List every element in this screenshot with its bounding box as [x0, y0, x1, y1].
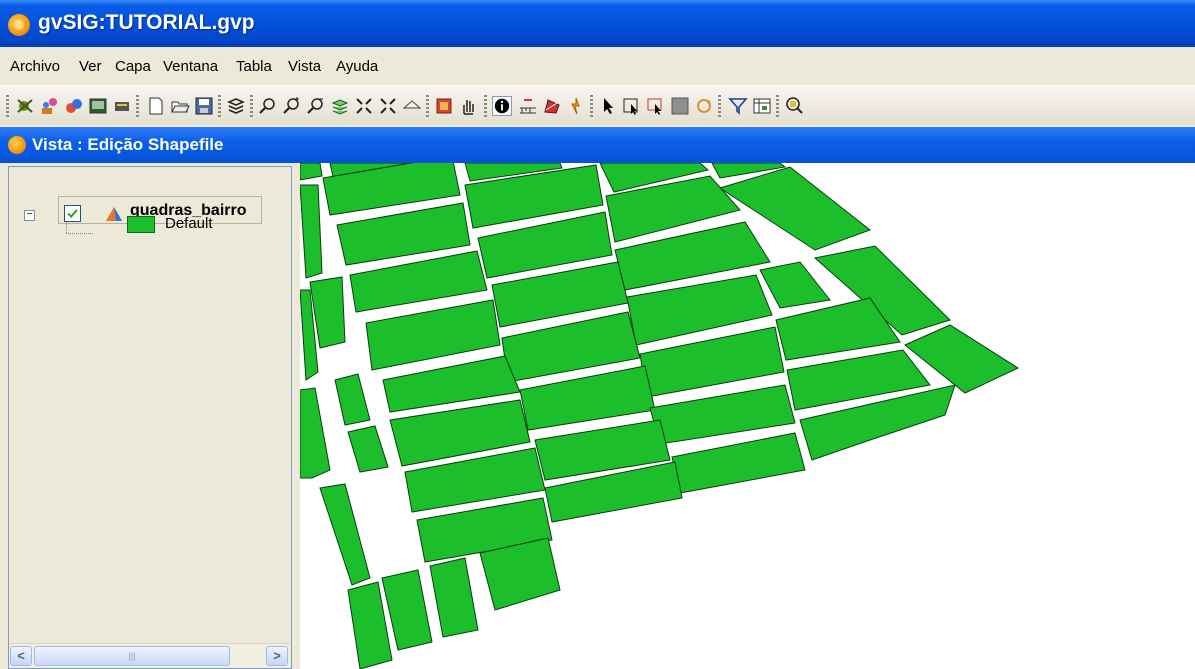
polygon-layer-icon	[106, 207, 122, 221]
map-blocks	[300, 163, 1020, 669]
scroll-thumb[interactable]: |||	[34, 646, 230, 666]
locator-icon[interactable]	[434, 96, 454, 116]
select-polygon-icon[interactable]	[646, 96, 666, 116]
city-block[interactable]	[347, 425, 389, 473]
toolbar-grip	[484, 95, 487, 117]
menu-ayuda[interactable]: Ayuda	[336, 58, 378, 75]
toc-horizontal-scrollbar[interactable]: < ||| >	[10, 643, 290, 668]
zoom-full-icon[interactable]	[378, 96, 398, 116]
select-by-layer-icon[interactable]	[670, 96, 690, 116]
toolbar-grip	[776, 95, 779, 117]
select-pointer-icon[interactable]	[598, 96, 618, 116]
console-icon[interactable]	[88, 96, 108, 116]
menu-capa[interactable]: Capa	[115, 58, 151, 75]
geoprocess-icon[interactable]	[64, 96, 84, 116]
city-block[interactable]	[300, 387, 331, 479]
new-project-icon[interactable]	[146, 96, 166, 116]
window-title: gvSIG:TUTORIAL.gvp	[38, 11, 255, 34]
zoom-in-icon[interactable]	[282, 96, 302, 116]
city-block[interactable]	[429, 557, 479, 638]
info-icon[interactable]	[492, 96, 512, 116]
city-block[interactable]	[309, 276, 346, 349]
window-title-bar: gvSIG:TUTORIAL.gvp	[0, 0, 1195, 47]
view-logo-icon	[8, 136, 26, 154]
city-block[interactable]	[381, 569, 433, 651]
city-block[interactable]	[759, 261, 831, 309]
map-canvas[interactable]	[300, 163, 1195, 669]
scroll-left-button[interactable]: <	[10, 646, 32, 666]
georef-icon[interactable]	[40, 96, 60, 116]
zoom-all-layers-icon[interactable]	[330, 96, 350, 116]
zoom-to-selection-icon[interactable]	[784, 96, 804, 116]
catalog-icon[interactable]	[112, 96, 132, 116]
menu-vista[interactable]: Vista	[288, 58, 321, 75]
toolbar-grip	[426, 95, 429, 117]
menu-bar: Archivo Ver Capa Ventana Tabla Vista Ayu…	[0, 47, 1195, 85]
save-project-icon[interactable]	[194, 96, 214, 116]
add-layer-icon[interactable]	[16, 96, 36, 116]
toolbar-grip	[250, 95, 253, 117]
city-block[interactable]	[365, 299, 501, 371]
gvsig-logo-icon	[8, 14, 30, 36]
layer-visibility-checkbox[interactable]	[64, 205, 81, 222]
tree-connector	[66, 233, 94, 234]
menu-ver[interactable]: Ver	[79, 58, 102, 75]
view-title: Vista : Edição Shapefile	[32, 135, 224, 154]
toolbar-grip	[218, 95, 221, 117]
menu-archivo[interactable]: Archivo	[10, 58, 60, 75]
zoom-out-icon[interactable]	[306, 96, 326, 116]
zoom-select-icon[interactable]	[354, 96, 374, 116]
invert-selection-icon[interactable]	[694, 96, 714, 116]
collapse-expander[interactable]: −	[24, 210, 35, 221]
table-icon[interactable]	[752, 96, 772, 116]
measure-distance-icon[interactable]	[518, 96, 538, 116]
zoom-previous-icon[interactable]	[258, 96, 278, 116]
menu-ventana[interactable]: Ventana	[163, 58, 218, 75]
city-block[interactable]	[649, 384, 796, 445]
scroll-right-button[interactable]: >	[266, 646, 288, 666]
toolbar-grip[interactable]	[6, 95, 9, 117]
legend-label: Default	[165, 215, 213, 232]
city-block[interactable]	[319, 483, 371, 586]
toolbar-grip	[136, 95, 139, 117]
view-title-bar: Vista : Edição Shapefile	[0, 127, 1195, 163]
measure-area-icon[interactable]	[542, 96, 562, 116]
menu-tabla[interactable]: Tabla	[236, 58, 272, 75]
toolbar-grip	[590, 95, 593, 117]
filter-icon[interactable]	[728, 96, 748, 116]
toc-panel	[8, 166, 292, 669]
legend-swatch	[127, 216, 155, 233]
layers-icon[interactable]	[226, 96, 246, 116]
city-block[interactable]	[300, 184, 323, 279]
open-project-icon[interactable]	[170, 96, 190, 116]
select-rectangle-icon[interactable]	[622, 96, 642, 116]
zoom-back-icon[interactable]	[402, 96, 422, 116]
pan-icon[interactable]	[458, 96, 478, 116]
city-block[interactable]	[671, 432, 806, 494]
city-block[interactable]	[334, 373, 371, 426]
city-block[interactable]	[300, 163, 323, 181]
toolbar-grip	[718, 95, 721, 117]
main-toolbar	[0, 85, 1195, 125]
hyperlink-icon[interactable]	[566, 96, 586, 116]
